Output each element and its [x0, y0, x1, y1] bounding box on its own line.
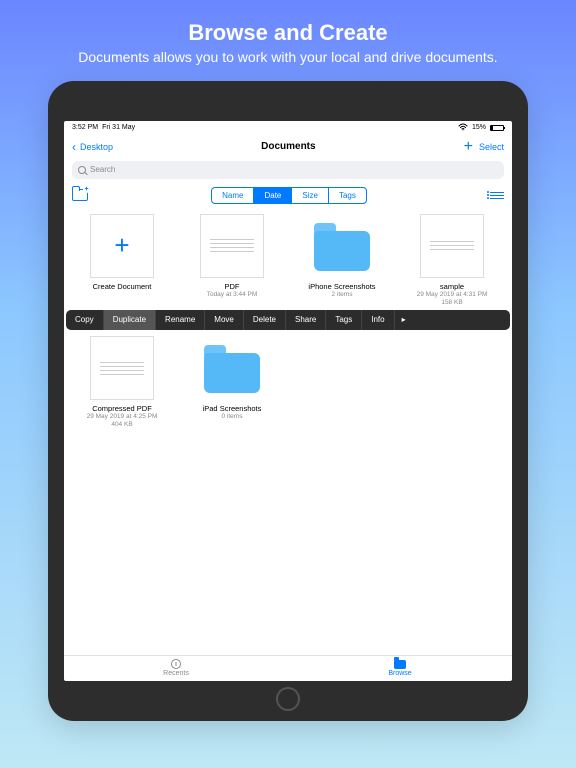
context-copy[interactable]: Copy — [66, 310, 104, 330]
sort-segmented-control: Name Date Size Tags — [211, 187, 367, 204]
context-rename[interactable]: Rename — [156, 310, 205, 330]
status-bar: 3:52 PM Fri 31 May 15% — [64, 121, 512, 135]
promo-subtitle: Documents allows you to work with your l… — [12, 48, 564, 67]
sort-tags[interactable]: Tags — [329, 188, 366, 203]
context-move[interactable]: Move — [205, 310, 244, 330]
clock-icon — [171, 659, 181, 669]
item-meta: Today at 3:44 PM — [182, 291, 282, 299]
folder-icon — [394, 660, 406, 669]
item-label: iPhone Screenshots — [292, 282, 392, 291]
item-meta: 29 May 2019 at 4:31 PM 158 KB — [402, 291, 502, 307]
battery-pct: 15% — [472, 124, 486, 131]
document-icon — [100, 362, 143, 375]
wifi-icon — [458, 123, 468, 133]
sort-date[interactable]: Date — [254, 188, 292, 203]
context-tags[interactable]: Tags — [326, 310, 362, 330]
screen: 3:52 PM Fri 31 May 15% ‹ Desktop Documen… — [64, 121, 512, 681]
home-button[interactable] — [276, 687, 300, 711]
context-menu: Copy Duplicate Rename Move Delete Share … — [66, 310, 510, 330]
nav-bar: ‹ Desktop Documents + Select — [64, 135, 512, 159]
back-label: Desktop — [80, 142, 113, 152]
folder-item[interactable]: iPad Screenshots 0 items — [182, 336, 282, 429]
item-meta: 2 items — [292, 291, 392, 299]
document-icon — [430, 241, 473, 250]
folder-icon — [204, 353, 260, 393]
sort-size[interactable]: Size — [292, 188, 329, 203]
context-duplicate[interactable]: Duplicate — [104, 310, 156, 330]
tab-browse[interactable]: Browse — [288, 656, 512, 681]
select-button[interactable]: Select — [479, 142, 504, 152]
context-delete[interactable]: Delete — [244, 310, 286, 330]
folder-icon — [314, 231, 370, 271]
item-label: PDF — [182, 282, 282, 291]
context-info[interactable]: Info — [362, 310, 394, 330]
create-document-item[interactable]: + Create Document — [72, 214, 172, 307]
chevron-left-icon: ‹ — [72, 141, 76, 153]
tab-label: Browse — [388, 670, 411, 677]
item-meta: 0 items — [182, 413, 282, 421]
tab-bar: Recents Browse — [64, 655, 512, 681]
item-meta: 29 May 2019 at 4:25 PM 404 KB — [72, 413, 172, 429]
search-input[interactable]: Search — [72, 161, 504, 179]
item-label: sample — [402, 282, 502, 291]
sort-name[interactable]: Name — [212, 188, 254, 203]
item-label: Create Document — [72, 282, 172, 291]
search-icon — [78, 166, 86, 174]
new-folder-button[interactable] — [72, 189, 88, 201]
view-list-button[interactable] — [490, 192, 504, 200]
context-more[interactable]: ▸ — [395, 315, 413, 324]
status-date: Fri 31 May — [102, 124, 135, 131]
tab-label: Recents — [163, 670, 189, 677]
tab-recents[interactable]: Recents — [64, 656, 288, 681]
document-item[interactable]: PDF Today at 3:44 PM — [182, 214, 282, 307]
document-item[interactable]: sample 29 May 2019 at 4:31 PM 158 KB — [402, 214, 502, 307]
status-time: 3:52 PM — [72, 124, 98, 131]
folder-item[interactable]: iPhone Screenshots 2 items — [292, 214, 392, 307]
back-button[interactable]: ‹ Desktop — [72, 141, 113, 153]
context-share[interactable]: Share — [286, 310, 326, 330]
add-button[interactable]: + — [464, 139, 473, 155]
battery-icon — [490, 125, 504, 131]
item-label: iPad Screenshots — [182, 404, 282, 413]
document-item[interactable]: Compressed PDF 29 May 2019 at 4:25 PM 40… — [72, 336, 172, 429]
search-placeholder: Search — [90, 165, 115, 174]
item-label: Compressed PDF — [72, 404, 172, 413]
document-icon — [210, 239, 253, 252]
plus-icon: + — [114, 230, 129, 261]
page-title: Documents — [261, 141, 315, 152]
promo-title: Browse and Create — [12, 20, 564, 46]
device-frame: 3:52 PM Fri 31 May 15% ‹ Desktop Documen… — [48, 81, 528, 721]
